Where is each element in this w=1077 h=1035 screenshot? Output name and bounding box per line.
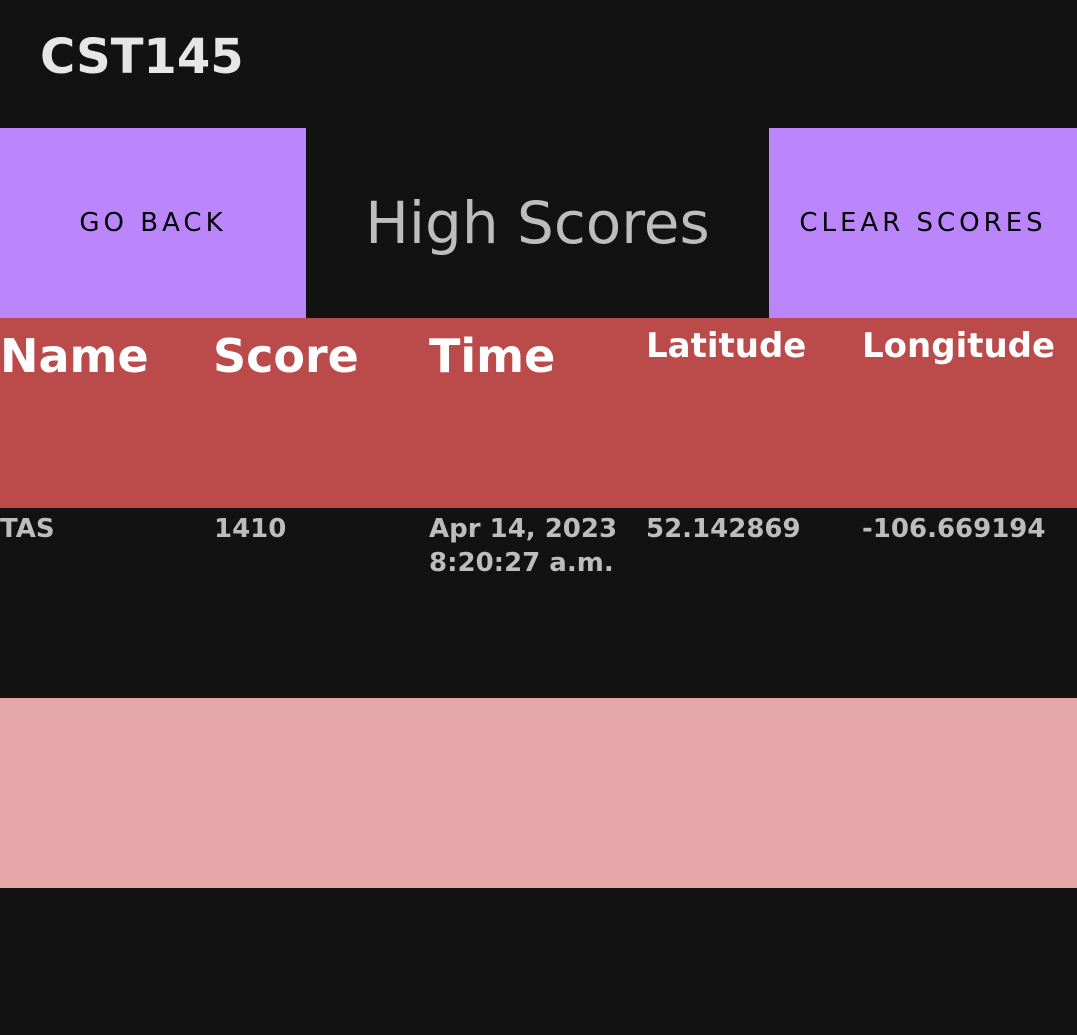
go-back-button[interactable]: GO BACK <box>0 128 306 318</box>
clear-scores-button[interactable]: CLEAR SCORES <box>769 128 1077 318</box>
cell-name: TAS <box>0 514 55 544</box>
cell-latitude: 52.142869 <box>646 514 801 544</box>
cell-longitude: -106.669194 <box>862 514 1046 544</box>
cell-score: 1410 <box>214 514 287 544</box>
column-header-name: Name <box>0 329 149 383</box>
app-title: CST145 <box>40 29 244 85</box>
table-header: Name Score Time Latitude Longitude <box>0 318 1077 508</box>
column-header-longitude: Longitude <box>862 326 1056 366</box>
table-row[interactable]: TAS 1410 Apr 14, 2023 8:20:27 a.m. 52.14… <box>0 508 1077 698</box>
column-header-time: Time <box>429 329 556 383</box>
column-header-score: Score <box>213 329 359 383</box>
high-scores-screen: CST145 GO BACK High Scores CLEAR SCORES … <box>0 0 1077 1035</box>
column-header-latitude: Latitude <box>646 326 807 366</box>
top-toolbar: GO BACK High Scores CLEAR SCORES <box>0 128 1077 318</box>
empty-table-row <box>0 698 1077 888</box>
page-title: High Scores <box>365 189 710 257</box>
cell-time: Apr 14, 2023 8:20:27 a.m. <box>429 514 618 578</box>
app-bar: CST145 <box>0 0 1077 128</box>
